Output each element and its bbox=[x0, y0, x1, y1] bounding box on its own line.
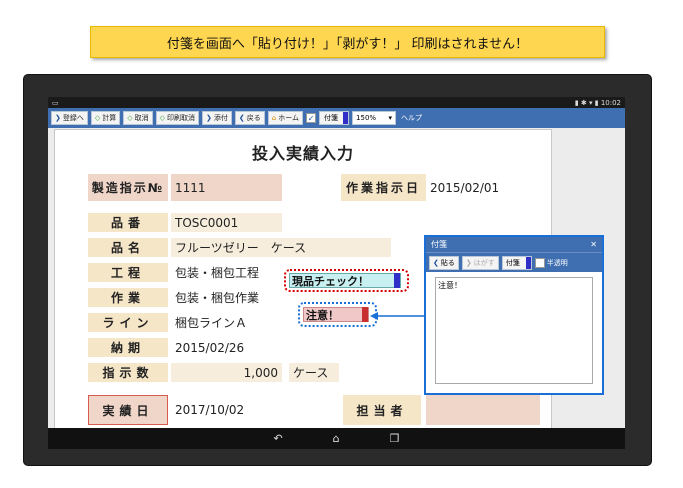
zoom-select[interactable]: 150% ▾ bbox=[352, 111, 397, 125]
banner-text: 付箋を画面へ「貼り付け！」「剥がす！」 印刷はされません！ bbox=[166, 36, 529, 52]
peel-button[interactable]: ❯ はがす bbox=[461, 255, 499, 270]
label-qty: 指示数 bbox=[88, 363, 168, 382]
fusen-checkbox[interactable]: ✓ bbox=[306, 113, 317, 123]
back-button[interactable]: ❮ 戻る bbox=[234, 111, 265, 125]
home-icon: ⌂ bbox=[271, 114, 277, 122]
info-banner: 付箋を画面へ「貼り付け！」「剥がす！」 印刷はされません！ bbox=[90, 26, 605, 58]
value-work-date[interactable]: 2015/02/01 bbox=[426, 174, 540, 201]
sticky-note-check[interactable]: 現品チェック！ bbox=[284, 269, 409, 292]
value-work[interactable]: 包装・梱包作業 bbox=[171, 288, 282, 307]
attach-button[interactable]: ❯ 添付 bbox=[202, 111, 232, 125]
panel-header: 付箋 ✕ bbox=[426, 237, 602, 252]
panel-fusen-button[interactable]: 付箋 bbox=[501, 255, 532, 270]
status-time: 10:02 bbox=[600, 98, 621, 107]
semi-transparent-toggle[interactable]: 半透明 bbox=[534, 257, 568, 268]
value-person[interactable] bbox=[426, 395, 540, 425]
label-actual-date: 実績日 bbox=[88, 395, 168, 425]
value-actual-date[interactable]: 2017/10/02 bbox=[171, 395, 282, 425]
screenshot-icon: ▭ bbox=[52, 98, 59, 107]
label-due: 納期 bbox=[88, 338, 168, 357]
home-button[interactable]: ⌂ ホーム bbox=[267, 111, 304, 125]
recent-apps-icon[interactable]: ❐ bbox=[390, 432, 400, 445]
diamond-icon: ◇ bbox=[94, 114, 101, 122]
chevron-right-icon: ❯ bbox=[55, 114, 61, 122]
value-line[interactable]: 梱包ラインＡ bbox=[171, 313, 282, 332]
status-right: ▮ ✱ ▾ ▮ 10:02 bbox=[574, 98, 621, 107]
fusen-color-bar bbox=[525, 256, 531, 269]
chevron-left-icon: ❮ bbox=[238, 114, 245, 122]
value-mfg-no[interactable]: 1111 bbox=[171, 174, 282, 201]
cancel-button[interactable]: ◇ 取消 bbox=[123, 111, 153, 125]
label-item-no: 品番 bbox=[88, 213, 168, 232]
chevron-left-icon: ❮ bbox=[433, 258, 439, 267]
sticky-note-caution[interactable]: 注意！ bbox=[298, 302, 377, 327]
value-item-name[interactable]: フルーツゼリー ケース bbox=[171, 238, 391, 257]
fusen-button[interactable]: 付箋 bbox=[319, 111, 350, 125]
checkbox-icon bbox=[534, 257, 545, 268]
value-qty[interactable]: 1,000 bbox=[171, 363, 282, 382]
value-due[interactable]: 2015/02/26 bbox=[171, 338, 282, 357]
print-cancel-button[interactable]: ◇ 印刷取消 bbox=[155, 111, 200, 125]
arrow-connector-icon bbox=[370, 312, 427, 320]
paste-button[interactable]: ❮ 貼る bbox=[429, 255, 459, 270]
android-nav-bar: ↶ ⌂ ❐ bbox=[48, 428, 625, 449]
note-textarea[interactable] bbox=[435, 277, 593, 384]
back-nav-icon[interactable]: ↶ bbox=[273, 432, 282, 445]
close-icon[interactable]: ✕ bbox=[590, 240, 597, 249]
label-item-name: 品名 bbox=[88, 238, 168, 257]
home-nav-icon[interactable]: ⌂ bbox=[333, 432, 340, 445]
calc-button[interactable]: ◇ 計算 bbox=[90, 111, 121, 125]
status-bar: ▭ ▮ ✱ ▾ ▮ 10:02 bbox=[48, 97, 625, 108]
diamond-icon: ◇ bbox=[159, 114, 166, 122]
page-title: 投入実績入力 bbox=[251, 144, 354, 163]
chevron-right-icon: ❯ bbox=[206, 114, 212, 122]
register-button[interactable]: ❯ 登録へ bbox=[51, 111, 88, 125]
label-mfg-no: 製造指示№ bbox=[88, 174, 168, 201]
label-work-date: 作業指示日 bbox=[341, 174, 426, 201]
value-unit: ケース bbox=[289, 363, 339, 382]
label-process: 工程 bbox=[88, 263, 168, 282]
panel-toolbar: ❮ 貼る ❯ はがす 付箋 半透明 bbox=[426, 252, 602, 272]
sticky-note-body[interactable]: 現品チェック！ bbox=[289, 273, 401, 288]
chevron-right-icon: ❯ bbox=[465, 258, 472, 267]
panel-title: 付箋 bbox=[431, 240, 447, 249]
label-person: 担当者 bbox=[343, 395, 421, 425]
diamond-icon: ◇ bbox=[127, 114, 133, 122]
fusen-color-bar bbox=[343, 112, 349, 124]
value-process[interactable]: 包装・梱包工程 bbox=[171, 263, 282, 282]
value-item-no[interactable]: TOSC0001 bbox=[171, 213, 282, 232]
help-link[interactable]: ヘルプ bbox=[401, 113, 422, 123]
label-line: ライン bbox=[88, 313, 168, 332]
toolbar: ❯ 登録へ ◇ 計算 ◇ 取消 ◇ 印刷取消 ❯ 添付 ❮ 戻る ⌂ ホーム ✓ 付箋 150… bbox=[48, 108, 625, 128]
label-work: 作業 bbox=[88, 288, 168, 307]
sticky-note-body[interactable]: 注意！ bbox=[303, 307, 369, 322]
dropdown-arrow-icon: ▾ bbox=[388, 114, 393, 122]
fusen-panel: 付箋 ✕ ❮ 貼る ❯ はがす 付箋 半透明 bbox=[424, 235, 604, 395]
note-color-bar bbox=[362, 307, 368, 322]
note-color-bar bbox=[394, 273, 400, 288]
